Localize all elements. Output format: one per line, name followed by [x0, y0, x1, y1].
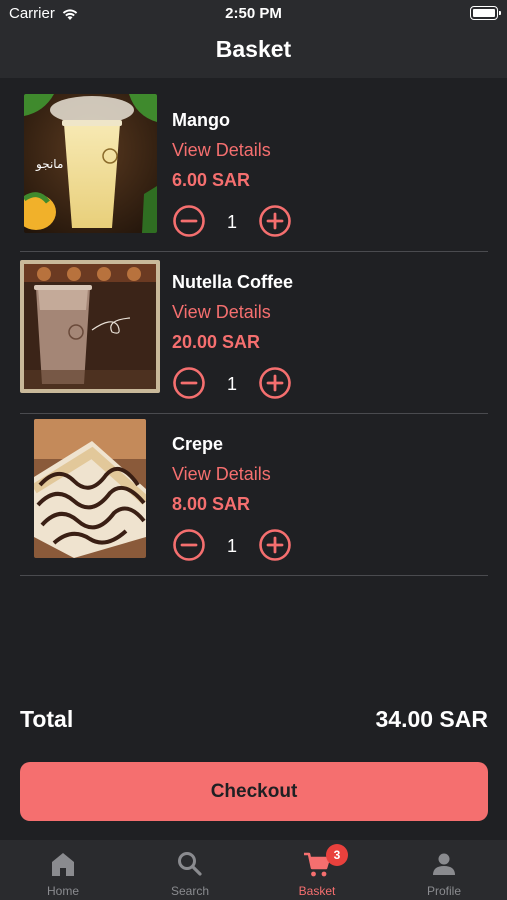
checkout-button[interactable]: Checkout	[20, 762, 488, 821]
increase-quantity-button[interactable]	[258, 204, 292, 238]
checkout-label: Checkout	[210, 780, 298, 802]
mango-image-text: مانجو	[35, 157, 63, 172]
search-icon	[178, 852, 202, 876]
tab-home[interactable]: Home	[0, 840, 126, 900]
item-price: 6.00 SAR	[172, 170, 251, 190]
cart-count-badge: 3	[326, 844, 348, 866]
mango-thumbnail[interactable]: مانجو	[24, 94, 157, 233]
total-row: Total 34.00 SAR	[20, 704, 488, 738]
quantity-stepper: 1	[172, 204, 294, 238]
nutella-coffee-thumbnail[interactable]	[20, 260, 160, 393]
tab-search[interactable]: Search	[127, 840, 253, 900]
crepe-thumbnail[interactable]	[34, 419, 146, 558]
item-name: Nutella Coffee	[172, 272, 294, 292]
tab-label: Home	[46, 884, 79, 898]
status-bar: Carrier 2:50 PM	[0, 0, 507, 30]
basket-item-mango: مانجو Mango View Details 6.00 SAR 1	[20, 90, 488, 252]
view-details-link[interactable]: View Details	[172, 302, 271, 323]
basket-item-nutella-coffee: Nutella Coffee View Details 20.00 SAR 1	[20, 252, 488, 414]
view-details-link[interactable]: View Details	[172, 140, 271, 161]
quantity-value: 1	[226, 536, 237, 556]
view-details-link[interactable]: View Details	[172, 464, 271, 485]
tab-bar: Home Search 3 Basket Profile	[0, 840, 507, 900]
item-name: Mango	[172, 110, 230, 130]
status-time: 2:50 PM	[225, 5, 282, 22]
page-title: Basket	[215, 36, 292, 62]
item-price: 8.00 SAR	[172, 494, 251, 514]
item-name: Crepe	[172, 434, 224, 454]
tab-basket[interactable]: 3 Basket	[254, 840, 380, 900]
basket-item-crepe: Crepe View Details 8.00 SAR 1	[20, 414, 488, 576]
person-icon	[433, 853, 455, 875]
quantity-stepper: 1	[172, 528, 294, 562]
increase-quantity-button[interactable]	[258, 528, 292, 562]
battery-icon	[470, 6, 501, 20]
total-value: 34.00 SAR	[375, 706, 488, 732]
header: Carrier 2:50 PM Basket	[0, 0, 507, 78]
tab-label: Profile	[426, 884, 461, 898]
decrease-quantity-button[interactable]	[172, 528, 206, 562]
quantity-value: 1	[226, 374, 237, 394]
tab-label: Basket	[298, 884, 336, 898]
tab-label: Search	[170, 884, 210, 898]
item-price: 20.00 SAR	[172, 332, 261, 352]
tab-profile[interactable]: Profile	[381, 840, 507, 900]
decrease-quantity-button[interactable]	[172, 366, 206, 400]
home-icon	[52, 853, 74, 876]
increase-quantity-button[interactable]	[258, 366, 292, 400]
quantity-value: 1	[226, 212, 237, 232]
decrease-quantity-button[interactable]	[172, 204, 206, 238]
quantity-stepper: 1	[172, 366, 294, 400]
total-label: Total	[20, 706, 74, 732]
